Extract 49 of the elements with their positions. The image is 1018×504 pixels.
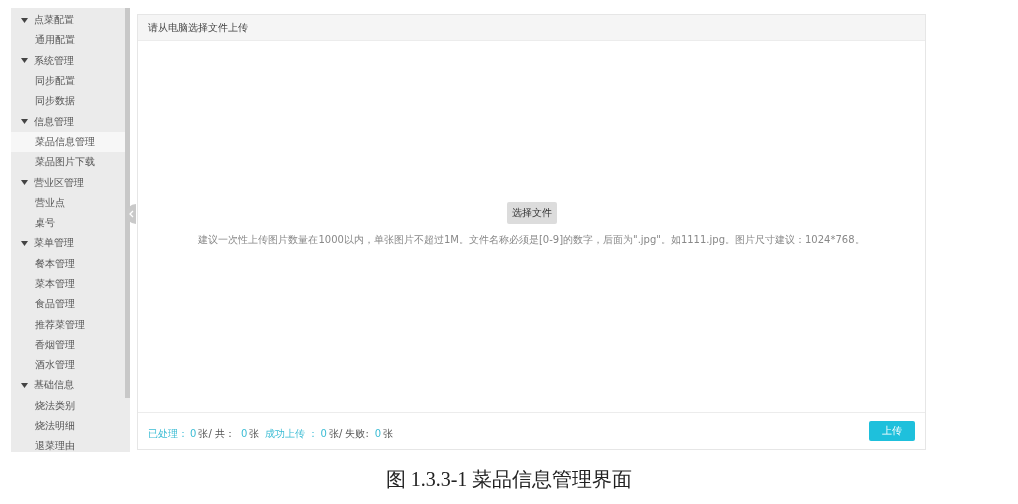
menu-group[interactable]: 营业区管理 <box>11 172 125 193</box>
menu-item[interactable]: 食品管理 <box>11 294 125 315</box>
menu-item[interactable]: 酒水管理 <box>11 355 125 376</box>
menu-item[interactable]: 香烟管理 <box>11 334 125 356</box>
menu-group[interactable]: 点菜配置 <box>11 10 125 31</box>
status-text: 张/ 失败: <box>328 427 369 439</box>
menu-item[interactable]: 同步配置 <box>11 70 125 92</box>
caret-down-icon <box>21 240 28 246</box>
status-text: 张 <box>249 427 260 439</box>
menu-item[interactable]: 推荐菜管理 <box>11 314 125 335</box>
menu-group[interactable]: 菜单管理 <box>11 233 125 254</box>
menu-item[interactable]: 菜品信息管理 <box>11 131 125 153</box>
caret-down-icon <box>21 17 28 23</box>
caret-down-icon <box>21 58 28 64</box>
count-value: 0 <box>320 427 327 439</box>
group-label: 系统管理 <box>34 53 74 68</box>
menu-item[interactable]: 餐本管理 <box>11 253 125 274</box>
caret-down-icon <box>21 119 28 125</box>
caret-down-icon <box>21 383 28 388</box>
menu-item[interactable]: 桌号 <box>11 212 125 234</box>
menu-group[interactable]: 系统管理 <box>11 50 125 71</box>
group-label: 基础信息 <box>34 378 74 393</box>
menu-item[interactable]: 通用配置 <box>11 30 125 51</box>
count-value: 0 <box>240 427 248 439</box>
group-label: 点菜配置 <box>34 13 74 28</box>
group-label: 信息管理 <box>34 114 74 129</box>
menu-group[interactable]: 基础信息 <box>11 375 125 396</box>
status-text: 张 <box>383 427 394 439</box>
status-label: 已处理： <box>148 427 188 439</box>
menu-item[interactable]: 退菜理由 <box>11 436 125 457</box>
menu-item[interactable]: 营业点 <box>11 192 125 213</box>
menu-item[interactable]: 菜本管理 <box>11 273 125 295</box>
group-label: 营业区管理 <box>34 175 84 190</box>
figure-caption: 图 1.3.3-1 菜品信息管理界面 <box>384 467 634 492</box>
status-label: 成功上传 ： <box>265 427 319 439</box>
count-value: 0 <box>374 427 382 439</box>
upload-hint: 建议一次性上传图片数量在1000以内，单张图片不超过1M。文件名称必须是[0-9]的数字，后面为".jpg"。如1111.jpg。图片尺寸建议：1024*768。 <box>198 233 865 247</box>
scrollbar[interactable] <box>125 8 130 398</box>
status-text: 张/ 共： <box>198 427 235 439</box>
panel-title: 请从电脑选择文件上传 <box>138 15 925 41</box>
menu-group[interactable]: 信息管理 <box>11 111 125 132</box>
count-value: 0 <box>190 427 197 439</box>
group-label: 菜单管理 <box>34 236 74 251</box>
menu-item[interactable]: 菜品图片下载 <box>11 152 125 173</box>
choose-file-button[interactable]: 选择文件 <box>506 202 557 224</box>
caret-down-icon <box>21 180 28 185</box>
menu-item[interactable]: 烧法类别 <box>11 395 125 416</box>
menu-item[interactable]: 同步数据 <box>11 91 125 112</box>
menu-item[interactable]: 烧法明细 <box>11 415 125 437</box>
